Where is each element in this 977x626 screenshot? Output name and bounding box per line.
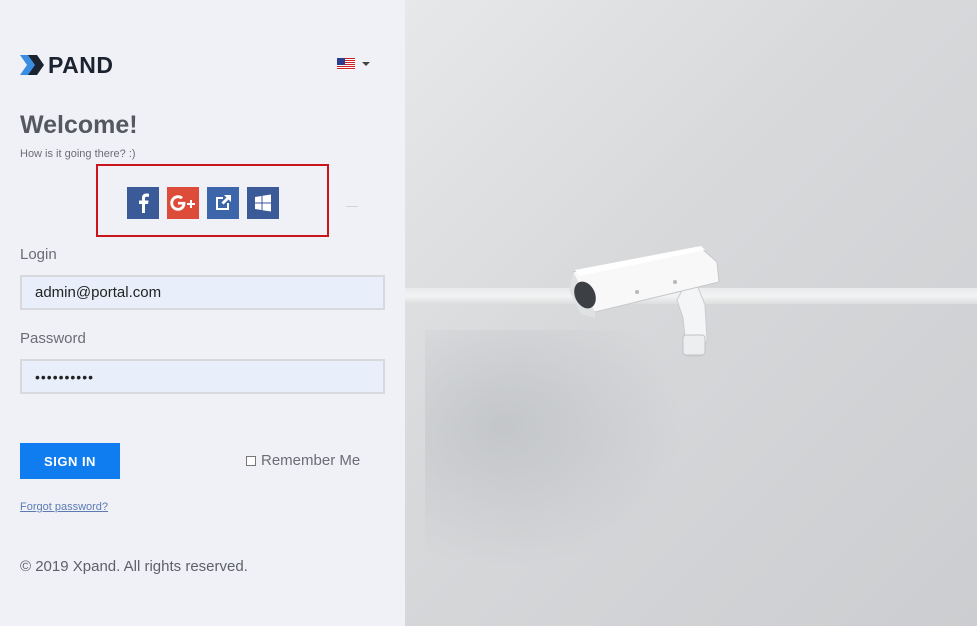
divider	[346, 206, 358, 207]
password-input-value: ••••••••••	[35, 368, 95, 385]
copyright-text: © 2019 Xpand. All rights reserved.	[20, 558, 248, 575]
hero-image	[405, 0, 977, 626]
language-selector[interactable]	[337, 58, 370, 70]
login-input[interactable]: admin@portal.com	[20, 275, 385, 310]
page-subtitle: How is it going there? :)	[20, 148, 136, 160]
remember-me-label: Remember Me	[261, 452, 361, 469]
sign-in-button[interactable]: SIGN IN	[20, 443, 120, 479]
login-input-value: admin@portal.com	[35, 284, 162, 301]
google-plus-icon	[170, 195, 195, 211]
checkbox-icon[interactable]	[246, 455, 256, 466]
us-flag-icon	[337, 58, 355, 70]
login-label: Login	[20, 246, 57, 263]
google-plus-login-button[interactable]	[167, 187, 199, 219]
windows-icon	[255, 194, 271, 212]
facebook-icon	[139, 193, 149, 213]
page-title: Welcome!	[20, 111, 138, 139]
logo-text: PAND	[48, 51, 114, 78]
security-camera-icon	[569, 246, 720, 357]
password-label: Password	[20, 330, 86, 347]
windows-login-button[interactable]	[247, 187, 279, 219]
external-login-button[interactable]	[207, 187, 239, 219]
social-login-buttons	[127, 187, 279, 219]
xpand-logo-mark-icon	[20, 55, 44, 75]
facebook-login-button[interactable]	[127, 187, 159, 219]
chevron-down-icon	[362, 62, 370, 66]
external-link-icon	[216, 195, 231, 210]
login-panel: PAND Welcome! How is it going there? :)	[0, 0, 405, 626]
remember-me-checkbox[interactable]: Remember Me	[246, 452, 360, 469]
xpand-logo: PAND	[20, 51, 114, 78]
forgot-password-link[interactable]: Forgot password?	[20, 501, 108, 513]
password-input[interactable]: ••••••••••	[20, 359, 385, 394]
